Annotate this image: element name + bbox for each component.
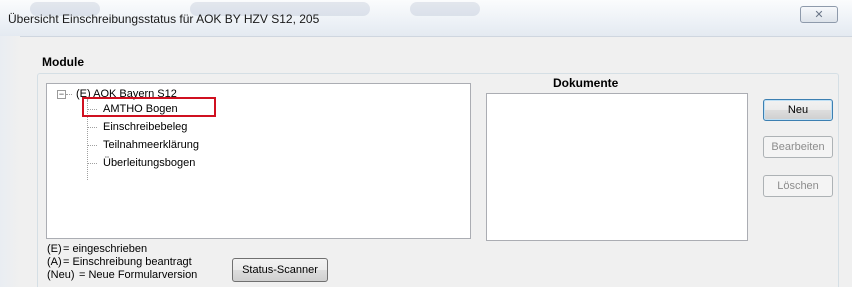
tree-connector xyxy=(87,163,97,164)
modules-tree-view[interactable]: − (E) AOK Bayern S12 AMTHO Bogen Einschr… xyxy=(46,83,471,239)
new-button[interactable]: Neu xyxy=(763,99,833,121)
delete-button[interactable]: Löschen xyxy=(763,175,833,197)
modules-group-label: Module xyxy=(42,55,84,69)
legend-key: (Neu) xyxy=(47,269,75,281)
tree-connector xyxy=(87,127,97,128)
collapse-icon[interactable]: − xyxy=(57,90,66,99)
edit-button[interactable]: Bearbeiten xyxy=(763,136,833,158)
close-icon: ✕ xyxy=(814,9,824,21)
tree-connector xyxy=(87,145,97,146)
tree-item-ueberleitungsbogen[interactable]: Überleitungsbogen xyxy=(103,157,195,169)
status-scanner-button[interactable]: Status-Scanner xyxy=(232,258,328,282)
enrollment-status-window: Übersicht Einschreibungsstatus für AOK B… xyxy=(0,0,852,287)
legend-key: (E) xyxy=(47,243,62,255)
documents-list[interactable] xyxy=(486,93,748,241)
title-bar: Übersicht Einschreibungsstatus für AOK B… xyxy=(0,0,852,37)
legend-text: = Neue Formularversion xyxy=(79,269,198,281)
tree-connector xyxy=(66,94,72,95)
window-frame-edge xyxy=(0,36,20,287)
tree-item-teilnahmeerklaerung[interactable]: Teilnahmeerklärung xyxy=(103,139,199,151)
glass-reflection xyxy=(410,2,480,16)
highlight-annotation xyxy=(82,97,216,117)
legend-text: = eingeschrieben xyxy=(63,243,148,255)
tree-item-einschreibebeleg[interactable]: Einschreibebeleg xyxy=(103,121,187,133)
legend-text: = Einschreibung beantragt xyxy=(63,256,192,268)
close-button[interactable]: ✕ xyxy=(800,6,838,23)
window-title: Übersicht Einschreibungsstatus für AOK B… xyxy=(8,12,320,26)
documents-label: Dokumente xyxy=(553,76,619,90)
legend-key: (A) xyxy=(47,256,62,268)
